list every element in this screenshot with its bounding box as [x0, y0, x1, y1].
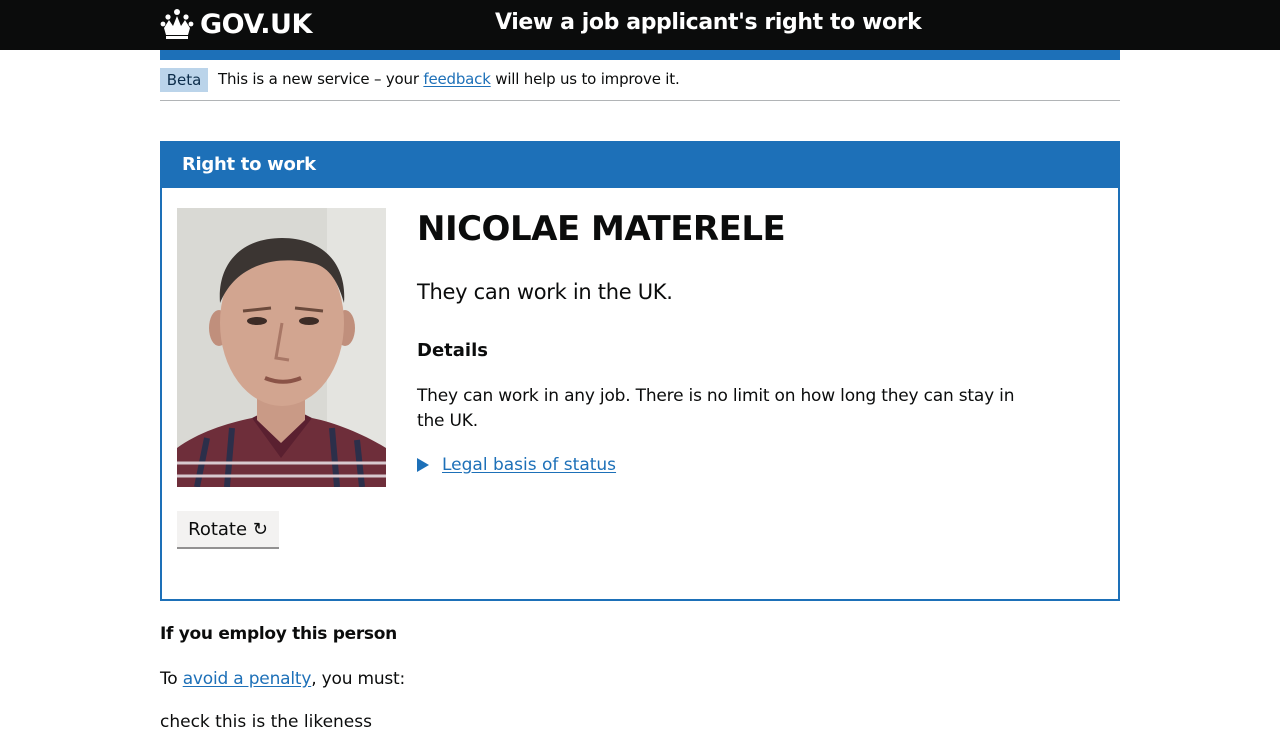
- service-name[interactable]: View a job applicant's right to work: [495, 10, 922, 35]
- feedback-link[interactable]: feedback: [423, 70, 491, 88]
- phase-banner: Beta This is a new service – your feedba…: [160, 68, 1120, 101]
- cutoff-list-item: check this is the likeness: [160, 712, 372, 732]
- employ-text-after: , you must:: [311, 669, 406, 689]
- phase-text-before: This is a new service – your: [218, 70, 424, 88]
- avoid-penalty-link[interactable]: avoid a penalty: [183, 669, 312, 689]
- beta-tag: Beta: [160, 68, 208, 92]
- legal-basis-link[interactable]: Legal basis of status: [442, 455, 616, 475]
- rotate-button[interactable]: Rotate ↻: [177, 511, 279, 549]
- right-to-work-panel: Right to work Rotate ↻ NICOLAE MATERELE …: [160, 141, 1120, 601]
- header-blue-strip: [160, 50, 1120, 60]
- legal-basis-details[interactable]: Legal basis of status: [417, 455, 616, 475]
- disclosure-triangle-icon[interactable]: [417, 458, 429, 472]
- applicant-name: NICOLAE MATERELE: [417, 209, 786, 249]
- employ-heading: If you employ this person: [160, 624, 397, 644]
- panel-heading: Right to work: [160, 141, 1120, 188]
- applicant-photo: [177, 208, 386, 487]
- right-to-work-status: They can work in the UK.: [417, 280, 673, 304]
- crown-icon: [160, 9, 194, 39]
- govuk-logo-link[interactable]: GOV.UK: [160, 6, 312, 42]
- phase-text-after: will help us to improve it.: [490, 70, 680, 88]
- employ-text-before: To: [160, 669, 183, 689]
- global-header: GOV.UK View a job applicant's right to w…: [0, 0, 1280, 50]
- details-text: They can work in any job. There is no li…: [417, 386, 1015, 431]
- phase-banner-text: This is a new service – your feedback wi…: [218, 70, 680, 88]
- employ-text: To avoid a penalty, you must:: [160, 669, 405, 689]
- details-heading: Details: [417, 340, 488, 361]
- logo-text: GOV.UK: [200, 8, 312, 40]
